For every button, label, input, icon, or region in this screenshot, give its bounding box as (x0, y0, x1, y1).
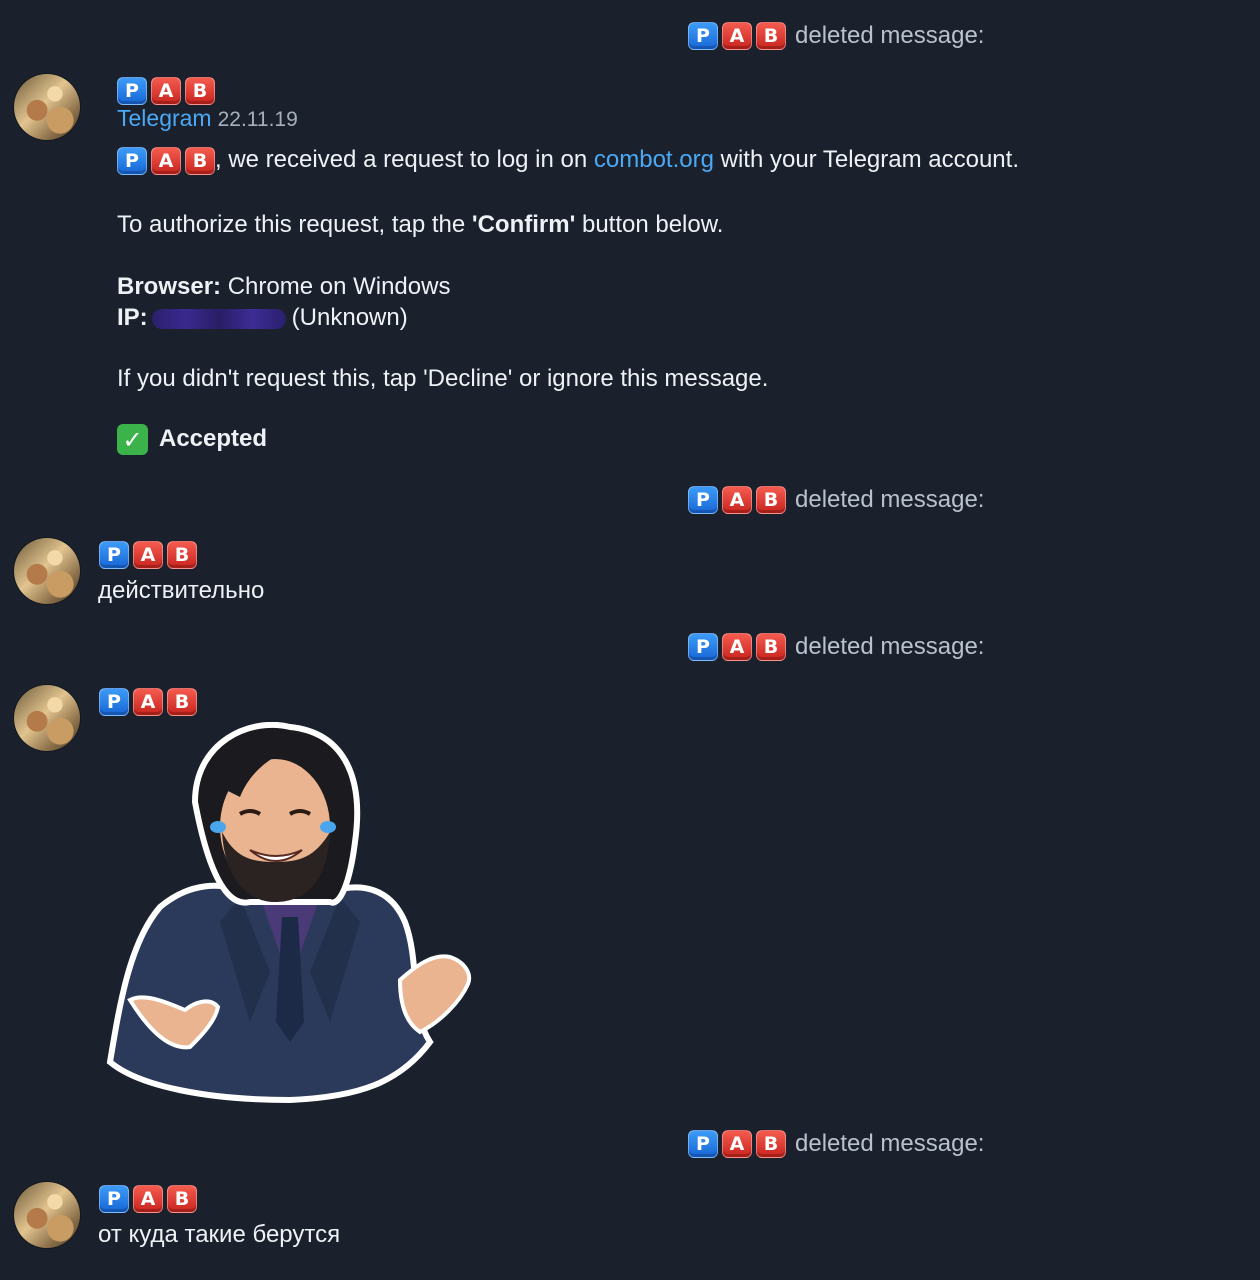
badge-b: B (167, 1185, 197, 1213)
badge-p: P (99, 688, 129, 716)
badge-p: P (99, 541, 129, 569)
badge-b: B (756, 633, 786, 661)
badge-b: B (167, 541, 197, 569)
message-text: button below. (575, 211, 724, 238)
status-line: ✓ Accepted (117, 424, 267, 455)
service-message-deleted: P A B deleted message: (688, 486, 984, 514)
service-text: deleted message: (795, 486, 985, 513)
message-line-5: If you didn't request this, tap 'Decline… (117, 365, 768, 393)
badge-b: B (185, 146, 215, 175)
sender-badges: P A B (117, 146, 215, 175)
badge-a: A (722, 1130, 752, 1158)
service-text: deleted message: (795, 633, 985, 660)
redacted-ip (151, 308, 286, 329)
sender-badges: P A B (688, 1130, 786, 1158)
badge-a: A (133, 688, 163, 716)
sender-name[interactable]: P A B (99, 1185, 197, 1213)
keanu-sticker[interactable] (100, 722, 480, 1104)
badge-p: P (688, 486, 718, 514)
check-mark-icon: ✓ (117, 424, 148, 455)
service-message-deleted: P A B deleted message: (688, 1130, 984, 1158)
badge-p: P (117, 146, 147, 175)
browser-line: Browser: Chrome on Windows (117, 273, 450, 301)
badge-a: A (151, 146, 181, 175)
message-text: If you didn't request this, tap 'Decline… (117, 365, 769, 392)
message-text: , we received a request to log in on (215, 146, 594, 173)
sender-name[interactable]: P A B (99, 688, 197, 716)
badge-p: P (688, 633, 718, 661)
badge-b: B (756, 1130, 786, 1158)
sender-badges: P A B (117, 77, 215, 105)
badge-a: A (133, 541, 163, 569)
message-line-1: P A B , we received a request to log in … (117, 146, 1019, 175)
sender-badges: P A B (688, 486, 786, 514)
combot-link[interactable]: combot.org (594, 146, 714, 173)
ip-value: (Unknown) (291, 304, 408, 331)
ip-label: IP: (117, 304, 148, 331)
badge-b: B (167, 688, 197, 716)
sender-badges: P A B (99, 688, 197, 716)
forward-date: 22.11.19 (217, 108, 298, 131)
badge-p: P (688, 22, 718, 50)
badge-b: B (756, 22, 786, 50)
badge-a: A (151, 77, 181, 105)
avatar[interactable] (14, 685, 80, 751)
badge-a: A (722, 486, 752, 514)
service-text: deleted message: (795, 1130, 985, 1157)
avatar[interactable] (14, 1182, 80, 1248)
sender-badges: P A B (688, 633, 786, 661)
service-message-deleted: P A B deleted message: (688, 633, 984, 661)
message-text: with your Telegram account. (713, 146, 1019, 173)
message-line-2: To authorize this request, tap the 'Conf… (117, 211, 723, 239)
avatar[interactable] (14, 538, 80, 604)
badge-p: P (688, 1130, 718, 1158)
badge-a: A (722, 633, 752, 661)
message-text: действительно (98, 577, 265, 604)
sender-badges: P A B (99, 1185, 197, 1213)
badge-a: A (722, 22, 752, 50)
status-text: Accepted (159, 424, 268, 452)
badge-p: P (99, 1185, 129, 1213)
ip-line: IP: (Unknown) (117, 304, 408, 332)
forward-header: Telegram 22.11.19 (117, 105, 298, 132)
badge-a: A (133, 1185, 163, 1213)
sender-name[interactable]: P A B (117, 77, 215, 105)
sender-badges: P A B (688, 22, 786, 50)
service-message-deleted: P A B deleted message: (688, 22, 984, 50)
badge-p: P (117, 77, 147, 105)
badge-b: B (185, 77, 215, 105)
sender-badges: P A B (99, 541, 197, 569)
forward-source-link[interactable]: Telegram (117, 105, 212, 131)
browser-label: Browser: (117, 273, 222, 300)
browser-value: Chrome on Windows (221, 273, 451, 300)
message-text: To authorize this request, tap the (117, 211, 472, 238)
badge-b: B (756, 486, 786, 514)
avatar[interactable] (14, 74, 80, 140)
sender-name[interactable]: P A B (99, 541, 197, 569)
confirm-label: 'Confirm' (471, 211, 576, 238)
message-text: от куда такие берутся (98, 1221, 341, 1248)
service-text: deleted message: (795, 22, 985, 49)
chat-history: P A B deleted message: P A B Telegram 22.… (0, 0, 1260, 1280)
